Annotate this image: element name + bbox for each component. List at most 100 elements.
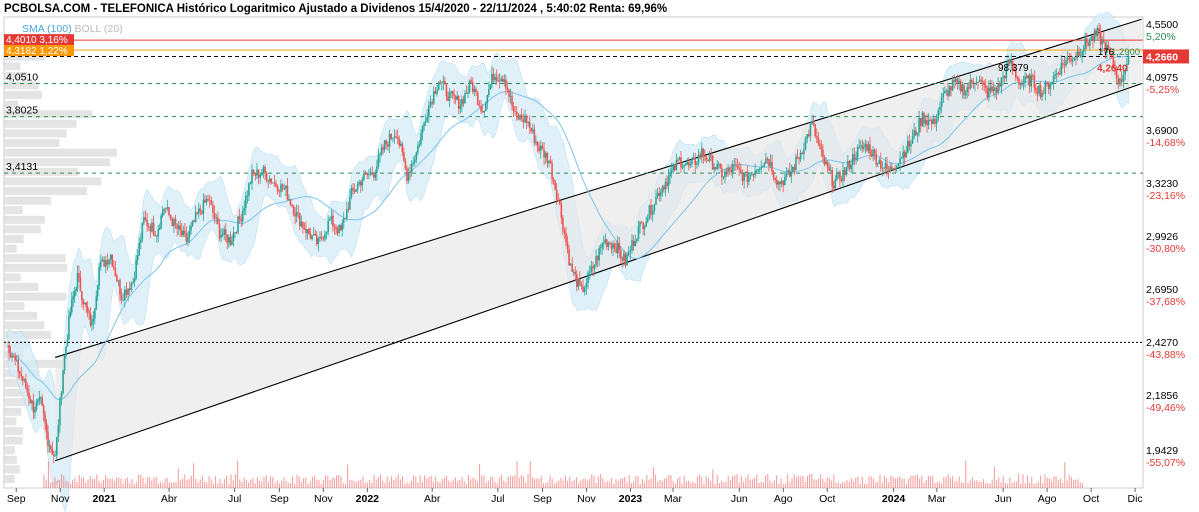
candle-body: [696, 163, 698, 165]
x-tick-label: 2022: [356, 493, 380, 505]
candle-body: [37, 400, 39, 403]
candle-body: [795, 156, 797, 171]
candle-body: [356, 184, 359, 190]
candle-body: [8, 345, 10, 354]
left-level-label: 3,8025: [6, 105, 38, 117]
candle-body: [1063, 64, 1066, 66]
candle-body: [12, 356, 15, 358]
candle-body: [761, 165, 764, 168]
candle-body: [530, 127, 533, 132]
y-pct-label: -55,07%: [1146, 457, 1185, 469]
candle-body: [984, 85, 987, 89]
candle-body: [353, 190, 356, 192]
candle-body: [727, 167, 729, 173]
candle-body: [298, 212, 301, 227]
candle-body: [981, 81, 984, 83]
candle-body: [895, 166, 898, 169]
candle-body: [908, 140, 911, 147]
candle-body: [610, 244, 613, 249]
candle-body: [596, 256, 599, 261]
candle-body: [1084, 38, 1087, 50]
candle-body: [932, 118, 935, 124]
candle-body: [645, 221, 648, 227]
candle-body: [840, 179, 843, 182]
candle-body: [900, 157, 903, 159]
candle-body: [839, 171, 841, 180]
candle-body: [880, 160, 882, 169]
candle-body: [847, 161, 849, 168]
candle-body: [1033, 75, 1036, 88]
candle-body: [964, 92, 967, 96]
volume-profile-bar: [4, 91, 42, 99]
candle-body: [335, 227, 337, 230]
candle-body: [1070, 58, 1072, 62]
volume-profile-bar: [4, 455, 17, 464]
candle-body: [958, 80, 960, 84]
candle-body: [788, 170, 791, 177]
candle-body: [575, 274, 578, 287]
candle-body: [109, 254, 112, 260]
candle-body: [238, 216, 241, 219]
volume-profile-bar: [4, 263, 68, 272]
candle-body: [497, 80, 499, 82]
candle-body: [447, 96, 449, 101]
y-price-label: 3,3230: [1146, 178, 1178, 190]
candle-body: [444, 81, 446, 85]
candle-body: [771, 161, 773, 173]
candle-body: [179, 225, 182, 231]
candle-body: [271, 182, 274, 184]
candle-body: [627, 251, 630, 255]
candle-body: [796, 156, 799, 159]
candle-body: [593, 265, 596, 269]
candle-body: [1073, 57, 1076, 61]
candle-body: [972, 81, 975, 84]
legend-sma[interactable]: SMA (100): [22, 23, 72, 35]
candle-body: [202, 199, 205, 214]
candle-body: [229, 237, 232, 246]
candle-body: [793, 166, 796, 171]
candle-body: [226, 234, 229, 243]
last-price-label: 4,2660: [1146, 51, 1178, 63]
candle-body: [572, 271, 575, 273]
candle-body: [765, 158, 767, 163]
candle-body: [640, 222, 643, 224]
candle-body: [112, 266, 115, 269]
candle-body: [686, 162, 688, 165]
candle-body: [26, 388, 29, 393]
candle-body: [317, 238, 320, 244]
candle-body: [246, 195, 249, 197]
candle-body: [350, 187, 353, 197]
legend-boll[interactable]: BOLL (20): [75, 23, 123, 35]
candle-body: [75, 288, 77, 292]
candle-body: [1046, 82, 1048, 84]
candle-body: [364, 173, 367, 174]
candle-body: [722, 177, 725, 179]
candle-body: [1092, 36, 1094, 41]
candle-body: [275, 182, 277, 187]
candle-body: [213, 212, 216, 219]
candle-body: [383, 140, 386, 150]
candle-body: [842, 169, 844, 182]
candle-body: [604, 239, 607, 243]
candle-body: [319, 236, 321, 239]
candle-body: [76, 272, 79, 289]
volume-profile-bar: [4, 417, 17, 426]
candle-body: [119, 280, 121, 295]
candle-body: [697, 154, 700, 164]
x-tick-label: Abr: [424, 493, 441, 505]
candle-body: [465, 93, 468, 95]
candle-body: [228, 237, 230, 243]
candle-body: [691, 159, 693, 165]
candle-body: [387, 143, 389, 147]
candle-body: [412, 162, 415, 165]
candle-body: [599, 247, 602, 249]
candle-body: [991, 86, 993, 92]
candle-body: [672, 164, 675, 171]
candle-body: [944, 90, 946, 94]
candle-body: [763, 162, 766, 166]
candle-body: [632, 240, 635, 246]
candle-body: [312, 233, 315, 236]
candle-body: [454, 96, 457, 100]
candle-body: [379, 153, 381, 156]
candle-body: [146, 219, 148, 227]
